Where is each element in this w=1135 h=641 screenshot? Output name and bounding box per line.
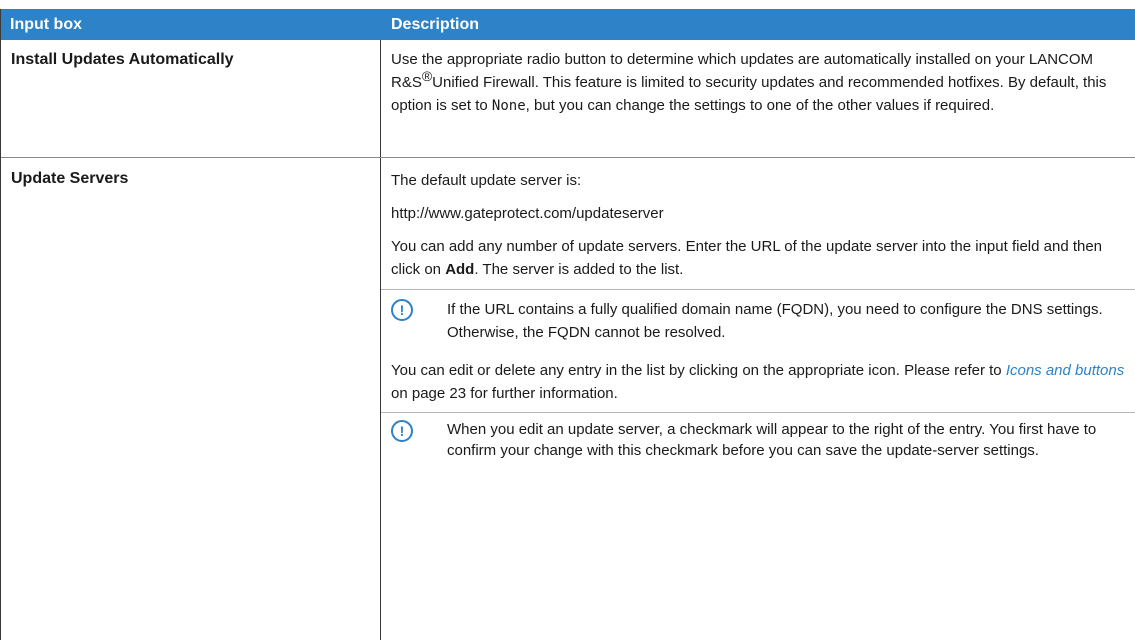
settings-table: Input box Description Install Updates Au… xyxy=(0,9,1135,640)
fqdn-note-text: If the URL contains a fully qualified do… xyxy=(447,301,1103,341)
add-servers-text-b: . The server is added to the list. xyxy=(474,261,684,278)
install-updates-desc-c: , but you can change the settings to one… xyxy=(525,97,995,114)
description-cell: The default update server is: http://www… xyxy=(381,158,1135,640)
default-server-url: http://www.gateprotect.com/updateserver xyxy=(391,205,664,222)
edit-delete-text-a: You can edit or delete any entry in the … xyxy=(391,362,1006,379)
edit-delete-paragraph: You can edit or delete any entry in the … xyxy=(381,351,1135,405)
header-input-box-label: Input box xyxy=(10,15,82,33)
input-box-cell: Install Updates Automatically xyxy=(1,40,381,157)
table-row: Update Servers The default update server… xyxy=(1,158,1135,640)
exclamation-icon: ! xyxy=(391,299,413,321)
checkmark-note: ! When you edit an update server, a chec… xyxy=(381,412,1135,468)
default-server-text: The default update server is: xyxy=(391,172,582,189)
icons-and-buttons-link[interactable]: Icons and buttons xyxy=(1006,362,1124,379)
description-cell: Use the appropriate radio button to dete… xyxy=(381,40,1135,157)
add-keyword: Add xyxy=(445,261,475,278)
table-row: Install Updates Automatically Use the ap… xyxy=(1,40,1135,158)
input-box-cell: Update Servers xyxy=(1,158,381,640)
add-servers-paragraph: You can add any number of update servers… xyxy=(381,225,1135,289)
table-header: Input box Description xyxy=(1,9,1135,40)
update-servers-label: Update Servers xyxy=(11,170,129,187)
checkmark-note-text: When you edit an update server, a checkm… xyxy=(447,421,1097,459)
install-updates-label: Install Updates Automatically xyxy=(11,51,234,68)
header-description-label: Description xyxy=(391,15,480,33)
header-cell-input-box: Input box xyxy=(1,9,381,40)
none-value: None xyxy=(491,98,526,114)
header-cell-description: Description xyxy=(381,9,1135,40)
edit-delete-text-b: on page 23 for further information. xyxy=(391,385,618,402)
fqdn-note: ! If the URL contains a fully qualified … xyxy=(381,289,1135,351)
registered-mark: ® xyxy=(421,68,433,84)
exclamation-icon: ! xyxy=(391,420,413,442)
